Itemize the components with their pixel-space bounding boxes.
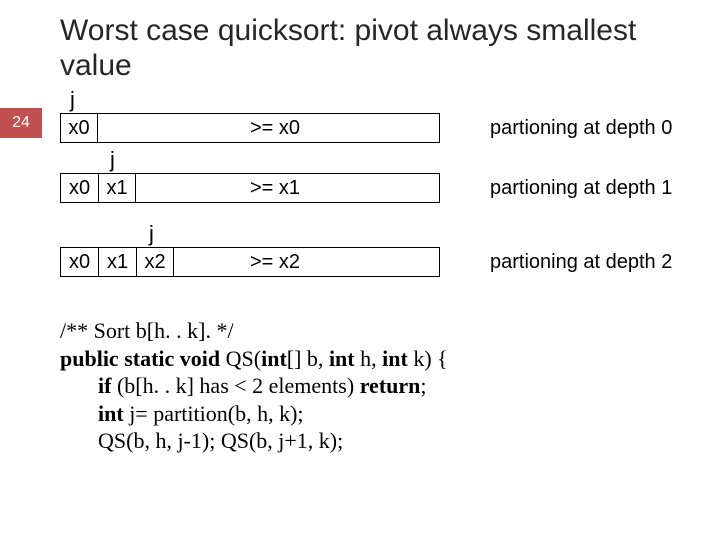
txt: [] b, (287, 346, 329, 371)
code-line: int j= partition(b, h, k); (60, 400, 698, 428)
pivot-cell: x0 (60, 113, 98, 143)
code-line: if (b[h. . k] has < 2 elements) return; (60, 372, 698, 400)
slide: 24 Worst case quicksort: pivot always sm… (0, 0, 720, 540)
partition-rows: jx0>= x0partioning at depth 0jx0x1>= x1p… (60, 89, 698, 279)
code-line: QS(b, h, j-1); QS(b, j+1, k); (60, 427, 698, 455)
txt: k) { (413, 346, 447, 371)
pivot-cells: x0 (60, 113, 98, 143)
kw: int (261, 346, 287, 371)
ge-label: >= x0 (250, 113, 300, 143)
pivot-cell: x0 (60, 173, 98, 203)
kw: public static void (60, 346, 226, 371)
depth-annotation: partioning at depth 0 (490, 113, 672, 143)
partition-row: jx0x1>= x1partioning at depth 1 (60, 149, 698, 205)
txt: (b[h. . k] has < 2 elements) (117, 373, 360, 398)
slide-number-badge: 24 (0, 108, 42, 138)
txt: QS( (226, 346, 261, 371)
ge-label: >= x2 (250, 247, 300, 277)
code-block: /** Sort b[h. . k]. */ public static voi… (60, 317, 698, 455)
kw: return (360, 373, 421, 398)
ge-label: >= x1 (250, 173, 300, 203)
j-marker: j (110, 147, 115, 173)
j-marker: j (149, 221, 154, 247)
slide-title: Worst case quicksort: pivot always small… (60, 14, 698, 83)
kw: int (98, 401, 129, 426)
pivot-cells: x0x1 (60, 173, 136, 203)
partition-row: jx0 >= x0 partioning at depth 0 (60, 89, 698, 145)
partition-row: jx0x1x2>= x2partioning at depth 2 (60, 223, 698, 279)
code-line: /** Sort b[h. . k]. */ (60, 317, 698, 345)
kw: int (382, 346, 413, 371)
depth-annotation: partioning at depth 2 (490, 247, 672, 277)
pivot-cell: x1 (98, 247, 136, 277)
code-line: public static void QS(int[] b, int h, in… (60, 345, 698, 373)
pivot-cell: x1 (98, 173, 136, 203)
kw: int (329, 346, 360, 371)
txt: j= partition(b, h, k); (129, 401, 303, 426)
txt: ; (420, 373, 426, 398)
pivot-cells: x0x1x2 (60, 247, 174, 277)
pivot-cell: x0 (60, 247, 98, 277)
kw: if (98, 373, 117, 398)
txt: h, (360, 346, 382, 371)
depth-annotation: partioning at depth 1 (490, 173, 672, 203)
pivot-cell: x2 (136, 247, 174, 277)
slide-number: 24 (12, 114, 30, 132)
j-marker: j (70, 87, 75, 113)
